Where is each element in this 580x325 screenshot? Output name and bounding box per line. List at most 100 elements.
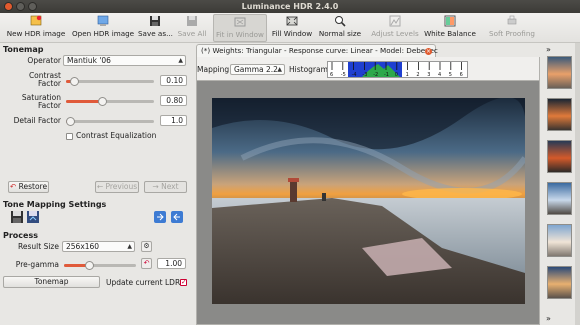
thumbnail-item[interactable] bbox=[547, 224, 572, 257]
soft-proofing-button[interactable]: Soft Proofing bbox=[485, 14, 539, 42]
process-heading: Process bbox=[3, 231, 38, 240]
pregamma-label: Pre-gamma bbox=[15, 260, 59, 269]
preview-panel: » » bbox=[544, 43, 580, 325]
open-hdr-label: Open HDR image bbox=[72, 29, 135, 38]
vertical-scrollbar[interactable] bbox=[575, 43, 580, 325]
collapse-up-icon[interactable]: » bbox=[546, 45, 551, 54]
histogram-tick-label: -3 bbox=[362, 72, 367, 77]
tonemap-heading: Tonemap bbox=[3, 45, 44, 54]
histogram-tick-label: -2 bbox=[373, 72, 378, 77]
main-toolbar: New HDR image Open HDR image Save as... … bbox=[0, 13, 580, 43]
normal-size-label: Normal size bbox=[318, 29, 362, 38]
operator-value: Mantiuk '06 bbox=[67, 56, 111, 65]
open-hdr-icon bbox=[97, 15, 109, 26]
save-all-label: Save All bbox=[177, 29, 207, 38]
load-settings-icon[interactable] bbox=[26, 210, 40, 224]
previous-button[interactable]: ← Previous bbox=[95, 181, 139, 193]
minimize-window-button[interactable] bbox=[16, 2, 25, 11]
operator-label: Operator bbox=[27, 56, 61, 65]
tonemap-panel: Tonemap Operator Mantiuk '06 ▲ Contrast F… bbox=[0, 43, 193, 325]
update-ldr-label: Update current LDR bbox=[106, 278, 181, 287]
sunset-pier-image bbox=[212, 98, 525, 304]
open-hdr-button[interactable]: Open HDR image bbox=[72, 14, 134, 42]
histogram-tick-label: 6 bbox=[460, 72, 463, 77]
printer-icon bbox=[507, 15, 517, 25]
histogram-tick-label: 0 bbox=[395, 72, 398, 77]
magnifier-icon bbox=[335, 16, 346, 27]
mapping-toolbar: Mapping: Gamma 2.2 ▲ Histogram: 6 -5 -4 -3 -… bbox=[196, 57, 540, 80]
reset-pregamma-icon[interactable]: ↶ bbox=[141, 258, 152, 269]
save-as-button[interactable]: Save as... bbox=[138, 14, 173, 42]
tab-hdr-image[interactable]: (*) Weights: Triangular - Response curve… bbox=[196, 44, 438, 57]
gear-icon[interactable]: ⚙ bbox=[141, 241, 152, 252]
contrast-factor-slider[interactable] bbox=[66, 77, 154, 86]
histogram-tick-label: -1 bbox=[384, 72, 389, 77]
saturation-factor-slider[interactable] bbox=[66, 97, 154, 106]
histogram-graph: 6 -5 -4 -3 -2 -1 0 1 2 3 4 5 6 bbox=[330, 62, 463, 78]
fit-in-window-button[interactable]: Fit in Window bbox=[213, 14, 267, 42]
next-button[interactable]: → Next bbox=[144, 181, 187, 193]
histogram-tick-label: 3 bbox=[427, 72, 430, 77]
window-title: Luminance HDR 2.4.0 bbox=[241, 2, 339, 11]
thumbnail-item[interactable] bbox=[547, 140, 572, 173]
detail-factor-spinbox[interactable]: 1.0 bbox=[160, 115, 187, 126]
fill-window-label: Fill Window bbox=[271, 29, 313, 38]
result-size-select[interactable]: 256x160 ▲ bbox=[62, 241, 135, 252]
histogram-label: Histogram: bbox=[289, 65, 331, 74]
contrast-factor-label: Contrast Factor bbox=[28, 71, 61, 88]
import-settings-icon[interactable] bbox=[170, 210, 184, 224]
export-settings-icon[interactable] bbox=[153, 210, 167, 224]
result-size-value: 256x160 bbox=[66, 242, 100, 251]
thumbnail-item[interactable] bbox=[547, 266, 572, 299]
slider-handle[interactable] bbox=[70, 77, 79, 86]
document-tabbar: (*) Weights: Triangular - Response curve… bbox=[196, 43, 540, 57]
save-as-label: Save as... bbox=[138, 29, 173, 38]
normal-size-button[interactable]: Normal size bbox=[318, 14, 362, 42]
maximize-window-button[interactable] bbox=[28, 2, 37, 11]
saturation-factor-label: Saturation Factor bbox=[21, 93, 61, 110]
fit-window-icon bbox=[234, 17, 246, 27]
save-all-button[interactable]: Save All bbox=[176, 14, 208, 42]
result-size-label: Result Size bbox=[18, 242, 59, 251]
operator-select[interactable]: Mantiuk '06 ▲ bbox=[63, 55, 186, 66]
combo-arrow-icon: ▲ bbox=[178, 57, 183, 64]
new-hdr-button[interactable]: New HDR image bbox=[5, 14, 67, 42]
fill-window-button[interactable]: Fill Window bbox=[270, 14, 314, 42]
combo-arrow-icon: ▲ bbox=[127, 243, 132, 250]
white-balance-button[interactable]: White Balance bbox=[424, 14, 476, 42]
slider-handle[interactable] bbox=[98, 97, 107, 106]
thumbnail-item[interactable] bbox=[547, 56, 572, 89]
mapping-label: Mapping: bbox=[197, 65, 232, 74]
detail-factor-slider[interactable] bbox=[66, 117, 154, 126]
thumbnail-item[interactable] bbox=[547, 182, 572, 215]
update-ldr-checkbox[interactable]: ✓ bbox=[180, 279, 187, 286]
title-bar: Luminance HDR 2.4.0 bbox=[0, 0, 580, 13]
pregamma-slider[interactable] bbox=[64, 261, 136, 270]
close-window-button[interactable] bbox=[4, 2, 13, 11]
tonemap-button[interactable]: Tonemap bbox=[3, 276, 100, 288]
mapping-select[interactable]: Gamma 2.2 ▲ bbox=[230, 64, 285, 75]
contrast-factor-spinbox[interactable]: 0.10 bbox=[160, 75, 187, 86]
hdr-photo bbox=[212, 98, 525, 304]
close-tab-icon[interactable]: × bbox=[425, 48, 432, 55]
thumbnail-item[interactable] bbox=[547, 98, 572, 131]
adjust-levels-button[interactable]: Adjust Levels bbox=[369, 14, 421, 42]
white-balance-label: White Balance bbox=[424, 29, 476, 38]
tone-mapping-settings-heading: Tone Mapping Settings bbox=[3, 200, 107, 209]
detail-factor-label: Detail Factor bbox=[13, 116, 61, 125]
slider-handle[interactable] bbox=[85, 261, 94, 270]
pregamma-spinbox[interactable]: 1.00 bbox=[157, 258, 186, 269]
combo-arrow-icon: ▲ bbox=[277, 66, 282, 73]
contrast-equalization-checkbox[interactable] bbox=[66, 133, 73, 140]
slider-handle[interactable] bbox=[66, 117, 75, 126]
collapse-down-icon[interactable]: » bbox=[546, 314, 551, 323]
restore-button[interactable]: ↶ Restore bbox=[8, 181, 49, 193]
histogram-widget[interactable]: 6 -5 -4 -3 -2 -1 0 1 2 3 4 5 6 bbox=[327, 61, 468, 78]
histogram-tick-label: -4 bbox=[352, 72, 357, 77]
saturation-factor-spinbox[interactable]: 0.80 bbox=[160, 95, 187, 106]
image-viewer[interactable] bbox=[196, 80, 540, 325]
save-settings-icon[interactable] bbox=[10, 210, 24, 224]
new-hdr-icon bbox=[30, 15, 42, 26]
mapping-value: Gamma 2.2 bbox=[234, 65, 278, 74]
histogram-tick-label: 5 bbox=[449, 72, 452, 77]
